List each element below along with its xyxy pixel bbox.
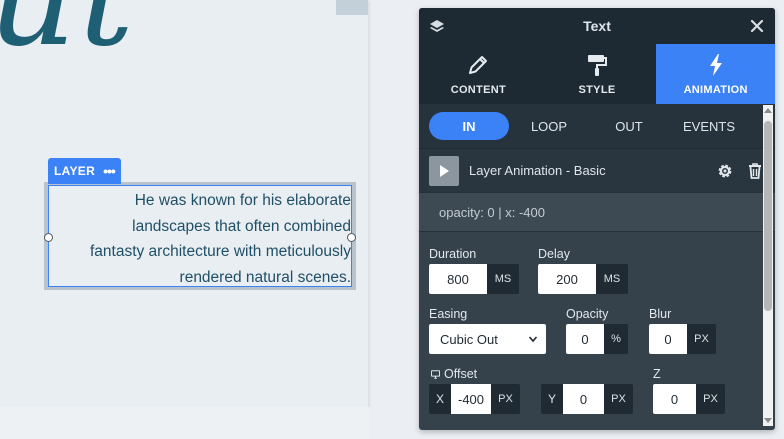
- decorative-script-text: ut: [0, 0, 136, 66]
- layer-settings-panel: Text CONTENT STYLE ANIMATION IN LOOP OUT…: [419, 8, 775, 430]
- offset-x-field: X -400 PX: [429, 384, 520, 414]
- tab-style-label: STYLE: [578, 84, 616, 96]
- canvas-footer: [0, 407, 370, 439]
- offset-y-unit: PX: [611, 393, 626, 405]
- animation-summary: opacity: 0 | x: -400: [419, 192, 775, 232]
- editor-canvas: ut LAYER ••• He was known for his elabor…: [0, 0, 368, 407]
- blur-field: 0 PX: [649, 324, 716, 354]
- chevron-down-icon: [528, 336, 538, 343]
- text-line: fantasty architecture with meticulously: [89, 243, 351, 260]
- resize-handle-left[interactable]: [44, 233, 53, 242]
- offset-z-unit: PX: [703, 393, 718, 405]
- opacity-unit: %: [611, 333, 621, 345]
- subtab-in[interactable]: IN: [429, 112, 509, 140]
- paint-roller-icon: [588, 55, 607, 76]
- offset-z-field: 0 PX: [653, 384, 725, 414]
- easing-label: Easing: [429, 307, 468, 321]
- layer-menu-icon[interactable]: •••: [103, 164, 116, 178]
- monitor-icon: [431, 369, 440, 379]
- lightning-icon: [709, 54, 722, 76]
- duration-unit: MS: [494, 273, 512, 285]
- subtab-out[interactable]: OUT: [589, 112, 669, 140]
- scroll-up-icon[interactable]: [764, 108, 772, 113]
- pencil-icon: [469, 56, 488, 74]
- selected-text-layer[interactable]: He was known for his elaborate landscape…: [48, 185, 352, 287]
- delay-field: 200 MS: [538, 264, 628, 294]
- tab-content-label: CONTENT: [450, 84, 506, 96]
- easing-select[interactable]: Cubic Out: [429, 324, 546, 354]
- gear-icon[interactable]: [715, 161, 735, 181]
- delay-label: Delay: [538, 247, 570, 261]
- offset-label-group: Offset: [431, 367, 477, 381]
- blur-unit: PX: [694, 333, 709, 345]
- offset-y-input[interactable]: 0: [563, 384, 604, 414]
- scroll-thumb[interactable]: [764, 121, 772, 311]
- blur-label: Blur: [649, 307, 672, 321]
- close-icon[interactable]: [749, 18, 765, 34]
- text-line: He was known for his elaborate: [134, 192, 351, 209]
- decorative-block: [336, 0, 368, 15]
- text-line: rendered natural scenes.: [179, 268, 351, 286]
- panel-tabs: CONTENT STYLE ANIMATION: [419, 44, 775, 104]
- delay-unit: MS: [603, 273, 621, 285]
- subtab-loop[interactable]: LOOP: [509, 112, 589, 140]
- blur-input[interactable]: 0: [649, 324, 687, 354]
- opacity-label: Opacity: [566, 307, 609, 321]
- panel-header: Text: [419, 8, 775, 44]
- subtab-events[interactable]: EVENTS: [669, 112, 749, 140]
- offset-z-input[interactable]: 0: [653, 384, 696, 414]
- tab-content[interactable]: CONTENT: [419, 44, 538, 104]
- easing-value: Cubic Out: [440, 331, 498, 347]
- tab-animation-label: ANIMATION: [683, 84, 748, 96]
- opacity-field: 0 %: [566, 324, 628, 354]
- animation-preset-label[interactable]: Layer Animation - Basic: [469, 163, 705, 178]
- text-line: landscapes that often combined: [132, 217, 351, 235]
- offset-label: Offset: [444, 367, 478, 381]
- tab-style[interactable]: STYLE: [538, 44, 657, 104]
- offset-y-prefix: Y: [547, 392, 556, 406]
- trash-icon[interactable]: [745, 161, 765, 181]
- play-button[interactable]: [429, 155, 459, 186]
- panel-title: Text: [583, 18, 611, 34]
- offset-x-unit: PX: [498, 393, 513, 405]
- opacity-input[interactable]: 0: [566, 324, 604, 354]
- subtabs-bar: IN LOOP OUT EVENTS: [419, 104, 775, 148]
- animation-preset-row: Layer Animation - Basic: [419, 148, 775, 192]
- scroll-down-icon[interactable]: [764, 418, 772, 423]
- z-label: Z: [653, 367, 661, 381]
- offset-y-field: Y 0 PX: [541, 384, 633, 414]
- tab-animation[interactable]: ANIMATION: [656, 44, 775, 104]
- duration-input[interactable]: 800: [429, 264, 487, 294]
- offset-x-prefix: X: [435, 392, 444, 406]
- delay-input[interactable]: 200: [538, 264, 596, 294]
- duration-field: 800 MS: [429, 264, 519, 294]
- play-icon: [440, 164, 449, 177]
- offset-x-input[interactable]: -400: [451, 384, 491, 414]
- resize-handle-right[interactable]: [347, 233, 356, 242]
- panel-scrollbar[interactable]: [763, 105, 773, 426]
- duration-label: Duration: [429, 247, 477, 261]
- layer-tag[interactable]: LAYER •••: [48, 158, 121, 184]
- layers-icon[interactable]: [429, 18, 445, 34]
- layer-tag-label: LAYER: [54, 164, 96, 178]
